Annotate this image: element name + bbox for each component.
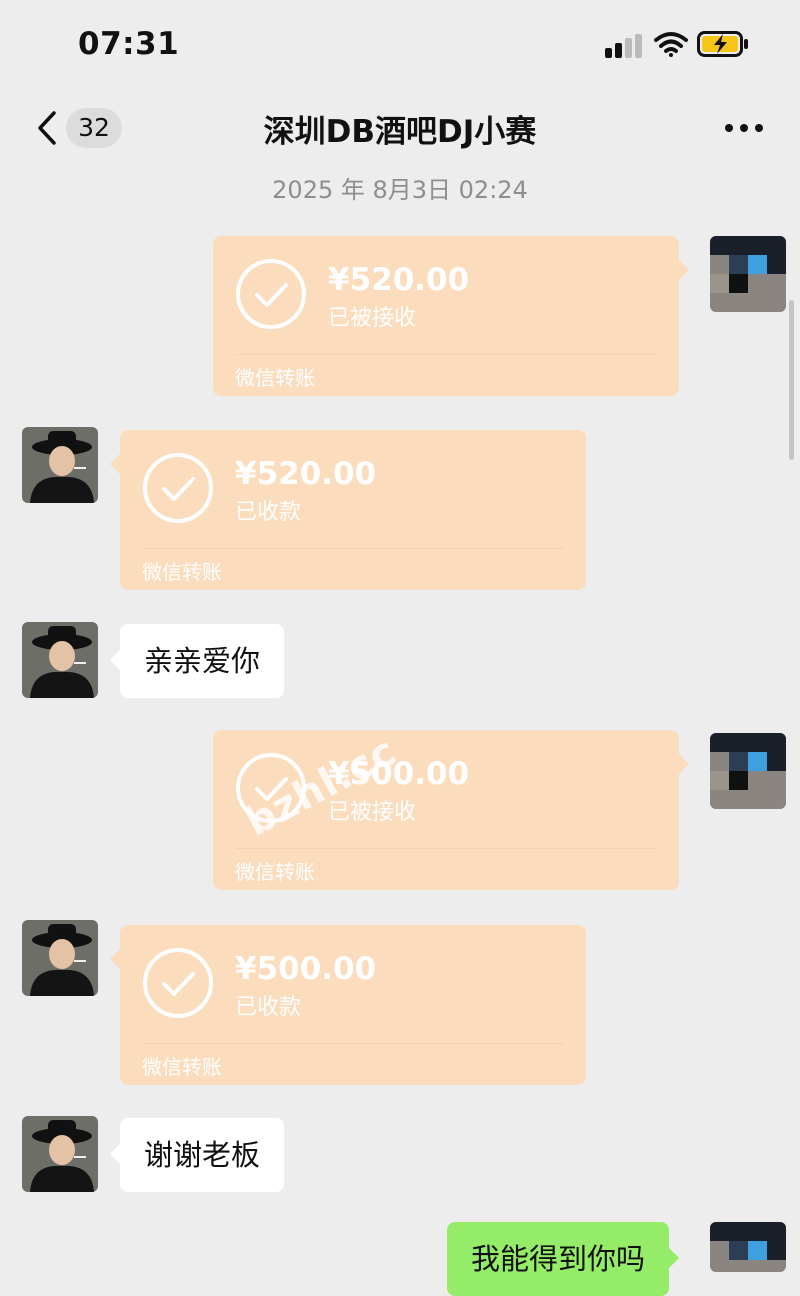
transfer-status: 已收款 <box>235 995 302 1020</box>
signal-icon <box>605 34 642 58</box>
message-bubble[interactable]: 我能得到你吗 <box>447 1222 680 1296</box>
message-timestamp: 2025 年 8月3日 02:24 <box>272 176 528 204</box>
transfer-label: 微信转账 <box>142 560 222 584</box>
transfer-amount: ¥520.00 <box>328 262 470 298</box>
check-circle-icon <box>236 259 306 329</box>
battery-charging-icon <box>697 31 748 57</box>
transfer-label: 微信转账 <box>235 366 315 390</box>
check-circle-icon <box>143 453 213 523</box>
my-avatar[interactable] <box>710 236 786 312</box>
my-avatar[interactable] <box>710 733 786 809</box>
transfer-status: 已收款 <box>235 500 302 525</box>
chevron-left-icon[interactable] <box>36 110 58 146</box>
transfer-card[interactable]: ¥500.00 已收款 微信转账 <box>110 925 586 1085</box>
my-avatar[interactable] <box>710 1222 786 1272</box>
status-bar: 07:31 <box>0 0 800 92</box>
message-bubble[interactable]: 谢谢老板 <box>109 1118 285 1192</box>
transfer-amount: ¥520.00 <box>235 456 377 492</box>
more-horizontal-icon[interactable] <box>722 114 766 142</box>
transfer-status: 已被接收 <box>328 306 417 331</box>
transfer-card[interactable]: ¥520.00 已收款 微信转账 <box>110 430 586 590</box>
transfer-amount: ¥500.00 <box>235 951 377 987</box>
transfer-card[interactable]: ¥520.00 已被接收 微信转账 <box>213 236 689 396</box>
transfer-label: 微信转账 <box>235 860 315 884</box>
nav-bar: 32 深圳DB酒吧DJ小赛 <box>0 92 800 170</box>
contact-avatar[interactable] <box>22 1116 98 1192</box>
message-bubble[interactable]: 亲亲爱你 <box>109 624 285 698</box>
wifi-icon <box>654 32 688 57</box>
contact-avatar[interactable] <box>22 920 98 996</box>
chat-title: 深圳DB酒吧DJ小赛 <box>263 114 537 150</box>
unread-count-badge[interactable]: 32 <box>66 108 122 148</box>
scrollbar[interactable] <box>789 300 794 460</box>
check-circle-icon <box>143 948 213 1018</box>
transfer-label: 微信转账 <box>142 1055 222 1079</box>
contact-avatar[interactable] <box>22 622 98 698</box>
contact-avatar[interactable] <box>22 427 98 503</box>
status-time: 07:31 <box>78 26 180 62</box>
